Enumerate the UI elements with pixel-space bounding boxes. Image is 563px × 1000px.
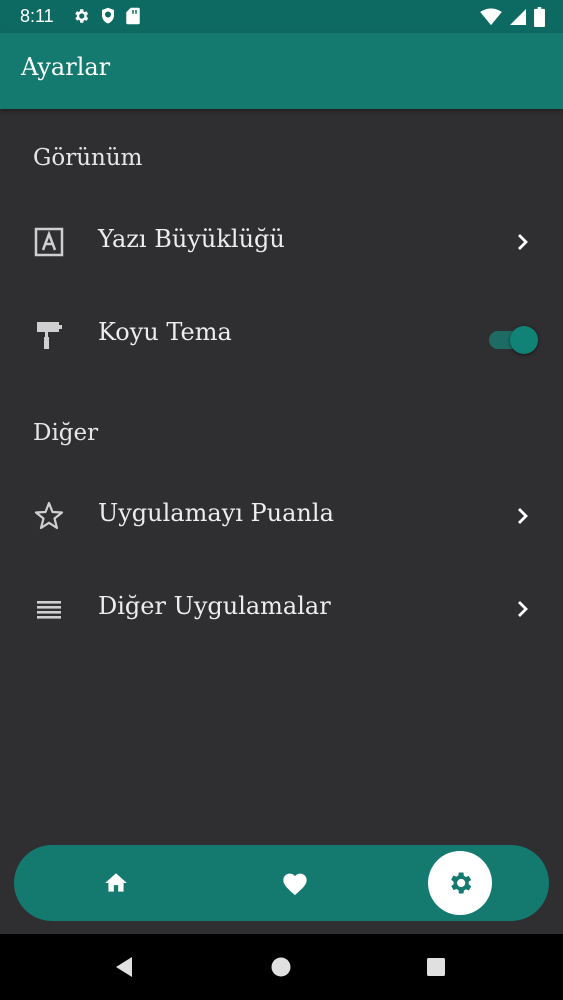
dark-theme-toggle[interactable]: [488, 324, 540, 354]
status-bar: 8:11: [0, 0, 563, 33]
settings-row-rate-app[interactable]: Uygulamayı Puanla: [0, 485, 563, 545]
heart-icon: [283, 873, 307, 896]
chevron-right-icon: [518, 508, 528, 524]
settings-row-font-size[interactable]: Yazı Büyüklüğü: [0, 211, 563, 271]
settings-row-other-apps[interactable]: Diğer Uygulamalar: [0, 578, 563, 638]
settings-row-label: Koyu Tema: [98, 318, 232, 346]
recents-icon[interactable]: [427, 958, 445, 976]
page-title: Ayarlar: [21, 53, 111, 81]
section-header-gorunum: Görünüm: [33, 145, 143, 171]
settings-row-dark-theme[interactable]: Koyu Tema: [0, 304, 563, 364]
status-icons-right: [480, 7, 545, 27]
settings-row-label: Diğer Uygulamalar: [98, 592, 331, 620]
font-size-icon: [34, 227, 64, 257]
wifi-icon: [480, 8, 502, 26]
section-header-diger: Diğer: [33, 420, 99, 446]
bottom-nav: [14, 845, 549, 921]
sd-card-icon: [126, 7, 140, 25]
paint-roller-icon: [37, 322, 62, 349]
nav-settings-button[interactable]: [428, 851, 492, 915]
settings-row-label: Uygulamayı Puanla: [98, 499, 334, 527]
nav-home-button[interactable]: [76, 845, 156, 921]
chevron-right-icon: [518, 234, 528, 250]
settings-row-label: Yazı Büyüklüğü: [98, 225, 285, 253]
status-time: 8:11: [20, 6, 54, 26]
signal-icon: [510, 9, 526, 25]
settings-icon: [451, 872, 472, 894]
app-bar: Ayarlar: [0, 33, 563, 109]
list-icon: [37, 601, 61, 619]
toggle-thumb: [510, 326, 538, 354]
star-icon: [34, 501, 64, 530]
chevron-right-icon: [518, 601, 528, 617]
shield-icon: [102, 7, 114, 24]
home-icon: [105, 873, 127, 892]
system-nav-bar: [0, 934, 563, 1000]
back-icon[interactable]: [114, 956, 134, 978]
battery-icon: [534, 7, 545, 27]
status-icons-left: [72, 7, 140, 25]
gear-icon: [75, 9, 89, 23]
nav-favorites-button[interactable]: [254, 845, 334, 921]
home-circle-icon[interactable]: [271, 957, 291, 977]
